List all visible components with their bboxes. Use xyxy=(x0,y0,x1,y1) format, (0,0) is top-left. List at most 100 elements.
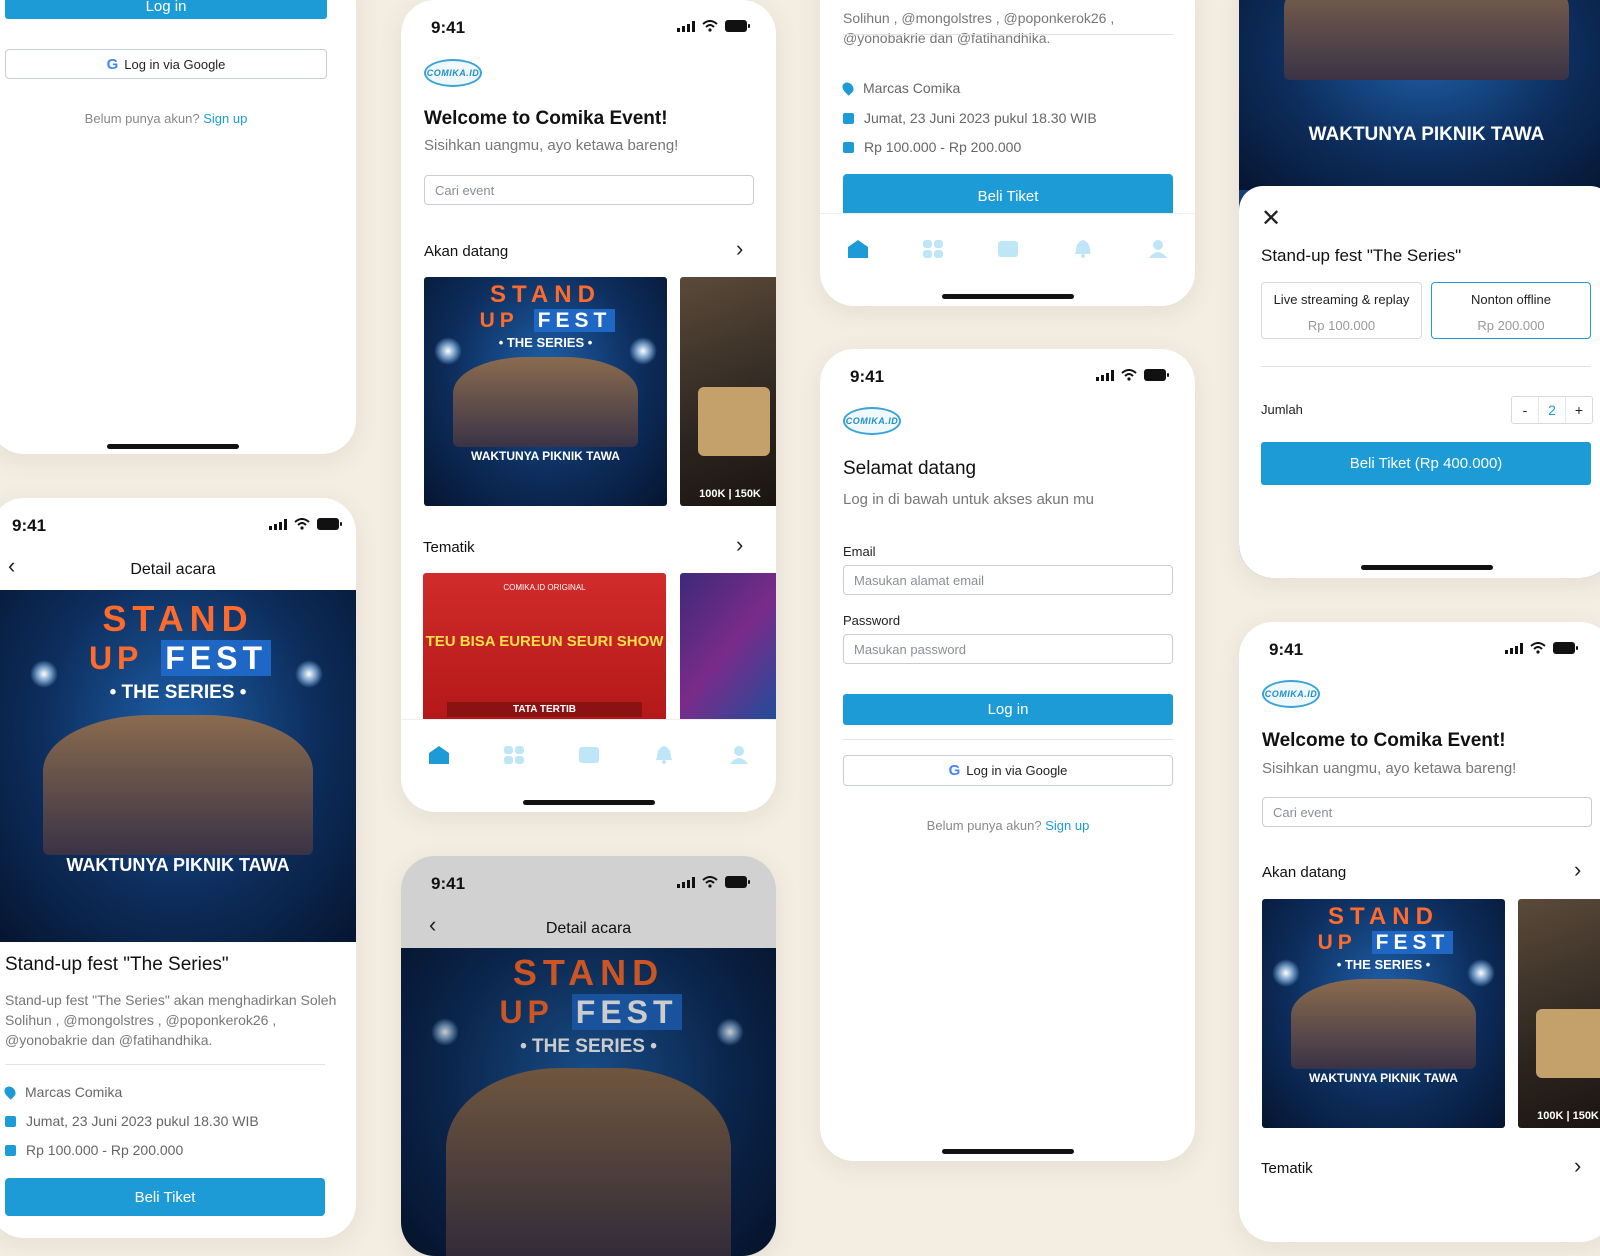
signup-line: Belum punya akun? Sign up xyxy=(5,111,327,126)
profile-icon[interactable] xyxy=(728,746,750,764)
home-icon[interactable] xyxy=(847,240,869,258)
thematic-chevron-right-icon[interactable]: › xyxy=(1574,1153,1581,1179)
wifi-icon xyxy=(1121,369,1137,381)
wifi-icon xyxy=(294,518,310,530)
battery-icon xyxy=(1553,642,1578,654)
buy-ticket-button[interactable]: Beli Tiket xyxy=(5,1178,325,1216)
poster-tagline: WAKTUNYA PIKNIK TAWA xyxy=(1308,124,1545,145)
wifi-icon xyxy=(1530,642,1546,654)
poster-fest: UP FEST xyxy=(1262,931,1505,955)
poster-performers xyxy=(1291,979,1476,1069)
status-icons xyxy=(677,876,750,888)
status-time: 9:41 xyxy=(431,874,466,893)
poster-up: UP xyxy=(479,309,519,332)
price-row: Rp 100.000 - Rp 200.000 xyxy=(5,1142,183,1158)
option-offline-name: Nonton offline xyxy=(1471,292,1551,307)
thematic-chevron-right-icon[interactable]: › xyxy=(736,532,743,558)
grid-icon[interactable] xyxy=(922,240,944,258)
status-bar: 9:41 xyxy=(401,856,776,912)
ticket-icon[interactable] xyxy=(997,240,1019,258)
buy-ticket-button[interactable]: Beli Tiket xyxy=(843,174,1173,218)
grid-icon[interactable] xyxy=(503,746,525,764)
calendar-icon xyxy=(843,112,854,124)
status-icons xyxy=(1505,642,1578,654)
upcoming-poster-1[interactable]: STAND UP FEST • THE SERIES • WAKTUNYA PI… xyxy=(424,277,667,506)
quantity-stepper: - 2 + xyxy=(1511,396,1593,424)
upcoming-poster-1[interactable]: STAND UP FEST • THE SERIES • WAKTUNYA PI… xyxy=(1262,899,1505,1128)
poster-tagline: WAKTUNYA PIKNIK TAWA xyxy=(471,449,620,463)
bottom-tab-bar xyxy=(401,719,776,790)
ticket-icon xyxy=(843,141,854,153)
google-login-label: Log in via Google xyxy=(124,56,226,72)
divider xyxy=(843,739,1173,740)
option-offline[interactable]: Nonton offline Rp 200.000 xyxy=(1431,282,1591,339)
poster-tv xyxy=(698,386,770,456)
poster-fest: UP FEST xyxy=(401,994,776,1031)
signup-link[interactable]: Sign up xyxy=(1045,818,1089,833)
phone-home-2: 9:41 COMIKA.ID Welcome to Comika Event! … xyxy=(1239,622,1600,1242)
email-field[interactable] xyxy=(843,565,1173,595)
upcoming-chevron-right-icon[interactable]: › xyxy=(736,236,743,262)
bell-icon[interactable] xyxy=(653,746,675,764)
poster-performers xyxy=(453,357,638,447)
qty-label: Jumlah xyxy=(1261,402,1303,417)
upcoming-section-title: Akan datang xyxy=(424,243,509,260)
poster-up: UP xyxy=(1317,931,1357,954)
thematic-poster-1[interactable]: COMIKA.ID ORIGINAL TEU BISA EUREUN SEURI… xyxy=(423,573,666,723)
upcoming-poster-2[interactable]: 100K | 150K xyxy=(680,277,776,506)
poster-fest-word: FEST xyxy=(161,640,272,676)
phone-login-partial: Log in G Log in via Google Belum punya a… xyxy=(0,0,356,454)
poster-performers xyxy=(42,715,314,855)
bell-icon[interactable] xyxy=(1072,240,1094,258)
login-button[interactable]: Log in xyxy=(843,694,1173,725)
ticket-icon[interactable] xyxy=(578,746,600,764)
google-login-label: Log in via Google xyxy=(966,763,1068,778)
price-row: Rp 100.000 - Rp 200.000 xyxy=(843,139,1021,155)
login-button[interactable]: Log in xyxy=(5,0,327,19)
thematic-poster-2[interactable] xyxy=(680,573,776,723)
google-login-button[interactable]: G Log in via Google xyxy=(5,49,327,79)
calendar-icon xyxy=(5,1115,16,1127)
status-time: 9:41 xyxy=(12,516,47,535)
search-input[interactable] xyxy=(424,175,754,205)
google-icon: G xyxy=(106,55,119,73)
search-input[interactable] xyxy=(1262,797,1592,827)
upcoming-poster-2[interactable]: 100K | 150K xyxy=(1518,899,1600,1128)
poster-series: • THE SERIES • xyxy=(1336,957,1431,972)
status-bar: 9:41 xyxy=(401,0,776,56)
event-poster: STAND UP FEST • THE SERIES • WAKTUNYA PI… xyxy=(0,590,356,942)
no-account-text: Belum punya akun? xyxy=(84,111,200,126)
qty-value[interactable]: 2 xyxy=(1538,397,1566,423)
home-icon[interactable] xyxy=(428,746,450,764)
status-bar: 9:41 xyxy=(820,349,1195,405)
poster-tv xyxy=(1536,1008,1600,1078)
price-text: Rp 100.000 - Rp 200.000 xyxy=(864,139,1022,155)
option-streaming[interactable]: Live streaming & replay Rp 100.000 xyxy=(1261,282,1422,339)
event-poster: STAND UP FEST • THE SERIES • xyxy=(401,948,776,1256)
poster-fest-word: FEST xyxy=(533,309,616,332)
signup-link[interactable]: Sign up xyxy=(203,111,247,126)
home-indicator xyxy=(941,1149,1074,1154)
poster-performers xyxy=(446,1068,731,1256)
battery-icon xyxy=(317,518,342,530)
google-login-button[interactable]: G Log in via Google xyxy=(843,755,1173,786)
close-icon[interactable]: ✕ xyxy=(1261,204,1281,233)
poster-stand: STAND xyxy=(102,598,254,639)
poster-fest-word: FEST xyxy=(1371,931,1454,954)
wifi-icon xyxy=(702,876,718,888)
poster-tagline: WAKTUNYA PIKNIK TAWA xyxy=(1309,1071,1458,1085)
password-field[interactable] xyxy=(843,634,1173,664)
qty-minus-button[interactable]: - xyxy=(1512,397,1538,423)
poster-stand: STAND xyxy=(512,952,665,993)
buy-ticket-total-button[interactable]: Beli Tiket (Rp 400.000) xyxy=(1261,442,1591,485)
divider xyxy=(843,34,1173,35)
signal-icon xyxy=(677,20,695,32)
divider xyxy=(5,1064,325,1065)
home-subtitle: Sisihkan uangmu, ayo ketawa bareng! xyxy=(424,137,679,154)
poster-tagline: WAKTUNYA PIKNIK TAWA xyxy=(66,855,290,875)
profile-icon[interactable] xyxy=(1147,240,1169,258)
event-description-tail: Solihun , @mongolstres , @poponkerok26 ,… xyxy=(843,10,1115,46)
qty-plus-button[interactable]: + xyxy=(1566,397,1592,423)
signal-icon xyxy=(1505,642,1523,654)
upcoming-chevron-right-icon[interactable]: › xyxy=(1574,857,1581,883)
